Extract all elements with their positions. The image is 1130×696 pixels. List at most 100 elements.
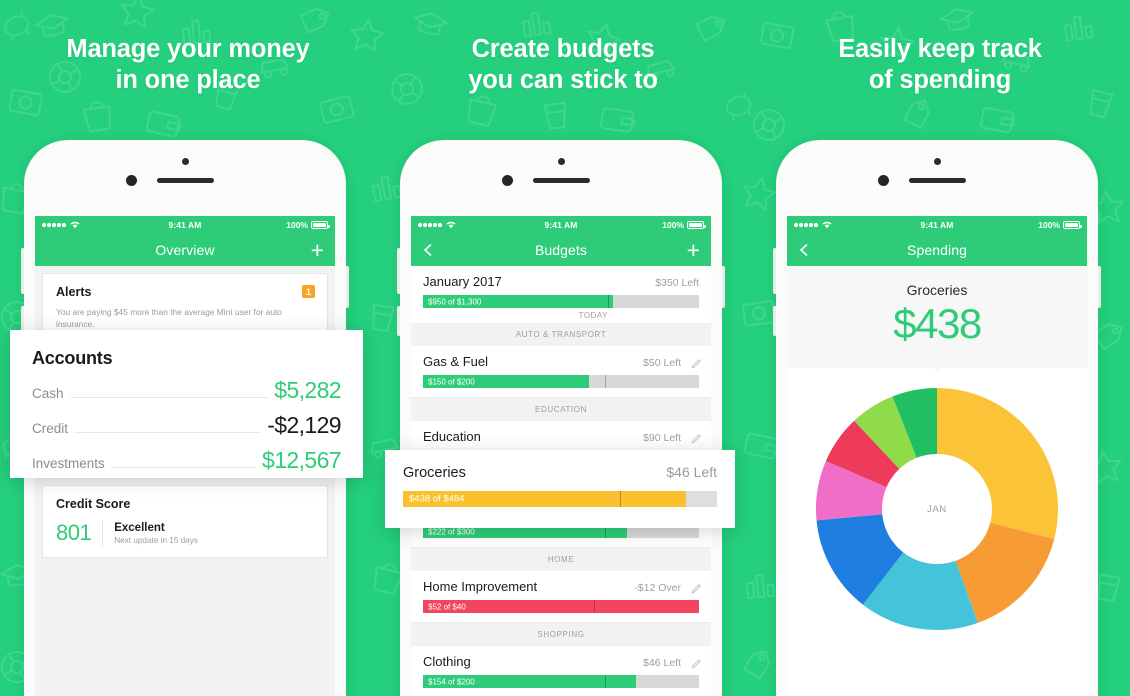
groceries-overlay-bar-text: $438 of $484 [409, 493, 465, 505]
phone3-volume-down-button[interactable] [773, 306, 776, 336]
phone3-screen: 9:41 AM 100% Spending Groceries $438 JAN [787, 216, 1087, 696]
account-leader-line [74, 432, 262, 433]
account-name: Credit [32, 421, 69, 436]
spending-chart-area: JAN [787, 368, 1087, 696]
phone1-volume-up-button[interactable] [21, 248, 24, 294]
account-value: $12,567 [262, 447, 342, 473]
budget-month-summary[interactable]: January 2017 $350 Left $950 of $1,300 TO… [411, 266, 711, 323]
phone2-earpiece-speaker [533, 178, 590, 183]
spending-summary-header: Groceries $438 [787, 266, 1087, 372]
add-budget-button[interactable]: + [687, 239, 700, 262]
phone1-power-button[interactable] [346, 266, 349, 308]
edit-pencil-icon[interactable] [691, 656, 702, 669]
phone1-front-camera-icon [126, 175, 137, 186]
add-button[interactable]: + [311, 239, 324, 262]
budget-progress-bar: $154 of $200 [423, 675, 699, 688]
budget-today-tick [605, 675, 607, 688]
budget-remaining: -$12 Over [634, 582, 681, 594]
budget-name: Clothing [423, 654, 471, 669]
phone2-power-button[interactable] [722, 266, 725, 308]
phone-mockup-spending: 9:41 AM 100% Spending Groceries $438 JAN [773, 140, 1101, 696]
budget-bar-text: $222 of $300 [428, 527, 475, 536]
accounts-rows: Cash $5,282 Credit -$2,129 Investments $12,56… [32, 377, 342, 474]
groceries-overlay-today-tick [619, 491, 621, 507]
budget-bar-text: $150 of $200 [428, 377, 475, 386]
battery-icon [687, 221, 706, 229]
phone3-status-bar: 9:41 AM 100% [787, 216, 1087, 234]
groceries-overlay-progress-bar: $438 of $484 [403, 491, 717, 507]
credit-score-title: Credit Score [56, 497, 131, 511]
spending-total-amount: $438 [893, 300, 982, 347]
groceries-budget-overlay-card[interactable]: Groceries $46 Left $438 of $484 [385, 450, 735, 528]
phone3-power-button[interactable] [1098, 266, 1101, 308]
budget-bar-text: $52 of $40 [428, 602, 466, 611]
headline-2-line-1: Create budgets [471, 35, 655, 63]
credit-score-value: 801 [56, 520, 92, 545]
budget-month-left: $350 Left [655, 277, 699, 289]
headline-3-line-1: Easily keep track [838, 35, 1042, 63]
donut-center-label: JAN [927, 504, 947, 515]
phone2-volume-up-button[interactable] [397, 248, 400, 294]
battery-icon [1063, 221, 1082, 229]
phone1-nav-title: Overview [155, 242, 215, 258]
account-name: Cash [32, 386, 64, 401]
alerts-message: You are paying $45 more than the average… [56, 307, 282, 329]
budget-today-label: TODAY [578, 311, 608, 320]
account-name: Investments [32, 456, 105, 471]
back-chevron-icon[interactable] [421, 243, 435, 257]
budget-month-bar-text: $950 of $1,300 [428, 297, 482, 306]
headline-2-line-2: you can stick to [468, 66, 658, 94]
budget-section-header: EDUCATION [411, 398, 711, 421]
headline-keep-track: Easily keep track of spending [752, 34, 1128, 96]
budget-section-header: HOME [411, 548, 711, 571]
status-bar-time: 9:41 AM [544, 220, 578, 230]
phone3-proximity-sensor [933, 158, 941, 165]
groceries-overlay-left: $46 Left [666, 464, 717, 480]
budget-section-header: AUTO & TRANSPORT [411, 323, 711, 346]
edit-pencil-icon[interactable] [691, 356, 702, 369]
budget-progress-bar: $150 of $200 [423, 375, 699, 388]
edit-pencil-icon[interactable] [691, 581, 702, 594]
alerts-title: Alerts [56, 285, 92, 299]
account-row[interactable]: Cash $5,282 [32, 377, 342, 404]
budget-row[interactable]: Gas & Fuel $50 Left $150 of $200 [411, 346, 711, 398]
status-bar-time: 9:41 AM [920, 220, 954, 230]
headline-1-line-2: in one place [115, 66, 261, 94]
account-row[interactable]: Investments $12,567 [32, 447, 342, 474]
phone2-nav-bar: Budgets + [411, 234, 711, 266]
account-value: $5,282 [274, 377, 341, 403]
spending-donut-chart[interactable]: JAN [812, 384, 1062, 634]
phone3-volume-up-button[interactable] [773, 248, 776, 294]
alerts-count-badge: 1 [302, 285, 315, 298]
phone1-proximity-sensor [181, 158, 189, 165]
account-row[interactable]: Credit -$2,129 [32, 412, 342, 439]
headline-1-line-1: Manage your money [66, 35, 310, 63]
budget-section-header: SHOPPING [411, 623, 711, 646]
headline-3-line-2: of spending [868, 66, 1012, 94]
budget-bar-text: $154 of $200 [428, 677, 475, 686]
account-leader-line [110, 467, 257, 468]
budget-name: Education [423, 429, 481, 444]
spending-category-name: Groceries [906, 282, 968, 298]
accounts-overlay-title: Accounts [32, 348, 113, 368]
budget-today-tick [594, 600, 596, 613]
accounts-overlay-card[interactable]: Accounts Cash $5,282 Credit -$2,129 Investme… [10, 330, 363, 478]
phone2-status-bar: 9:41 AM 100% [411, 216, 711, 234]
credit-score-card[interactable]: Credit Score 801 Excellent Next update i… [42, 485, 328, 558]
phone3-nav-title: Spending [907, 242, 967, 258]
account-leader-line [69, 397, 269, 398]
budget-row[interactable]: Home Improvement -$12 Over $52 of $40 [411, 571, 711, 623]
budget-name: Gas & Fuel [423, 354, 489, 369]
headline-manage-money: Manage your money in one place [0, 34, 376, 96]
credit-score-next-update: Next update in 15 days [114, 535, 198, 545]
back-chevron-icon[interactable] [797, 243, 811, 257]
summary-notch-icon [928, 361, 946, 372]
budget-row[interactable]: Clothing $46 Left $154 of $200 [411, 646, 711, 696]
edit-pencil-icon[interactable] [691, 431, 702, 444]
phone2-proximity-sensor [557, 158, 565, 165]
phone-mockup-budgets: 9:41 AM 100% Budgets + January 2017 $350… [397, 140, 725, 696]
budget-month-name: January 2017 [423, 274, 502, 289]
spending-donut-wrapper: JAN [787, 384, 1087, 634]
phone2-nav-title: Budgets [534, 242, 588, 258]
phone2-volume-down-button[interactable] [397, 306, 400, 336]
